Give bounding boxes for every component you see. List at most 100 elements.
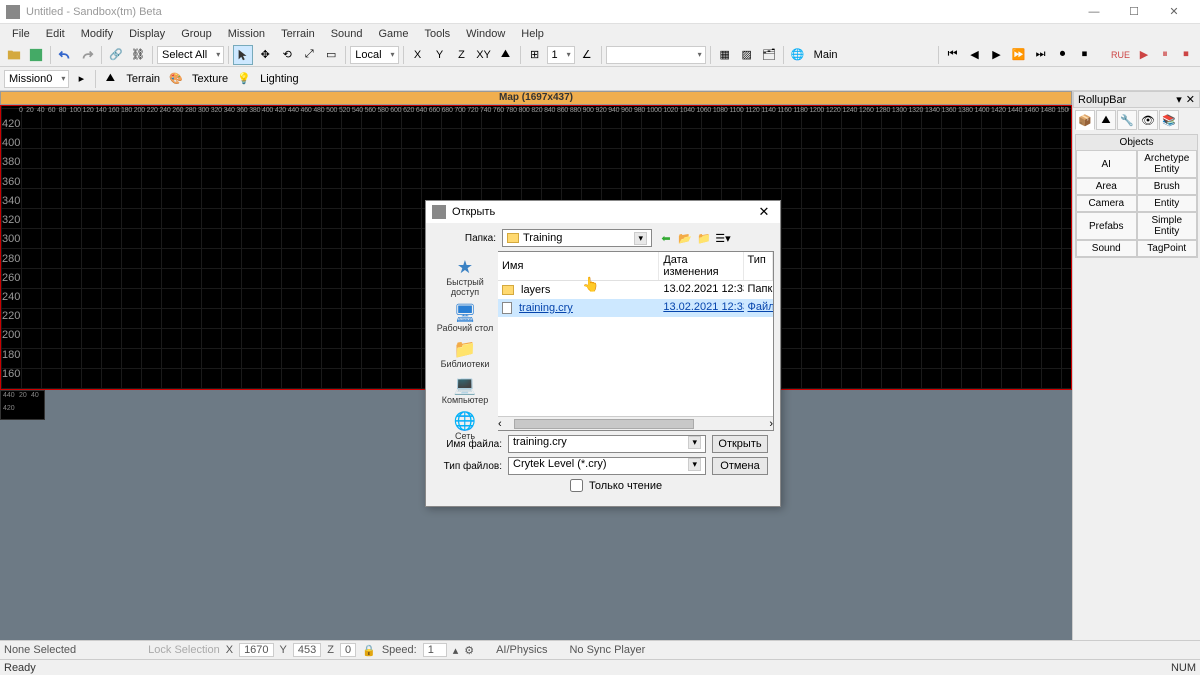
layer-combo[interactable] — [606, 46, 706, 64]
vcr-stop-icon[interactable]: ⏹ — [1075, 45, 1095, 65]
coord-x[interactable]: 1670 — [239, 643, 273, 657]
stop-icon[interactable]: ⏹ — [1176, 45, 1196, 65]
menu-display[interactable]: Display — [121, 26, 173, 42]
obj-tagpoint[interactable]: TagPoint — [1137, 240, 1198, 257]
texture-label[interactable]: Texture — [188, 73, 232, 85]
select-filter-combo[interactable]: Select All — [157, 46, 224, 64]
vcr-first-icon[interactable]: ⏮ — [943, 45, 963, 65]
obj-simple-entity[interactable]: Simple Entity — [1137, 212, 1198, 240]
menu-modify[interactable]: Modify — [73, 26, 121, 42]
readonly-checkbox[interactable] — [570, 479, 583, 492]
obj-brush[interactable]: Brush — [1137, 178, 1198, 195]
obj-camera[interactable]: Camera — [1076, 195, 1137, 212]
coord-y[interactable]: 453 — [293, 643, 321, 657]
obj-area[interactable]: Area — [1076, 178, 1137, 195]
vcr-rec-icon[interactable]: ⏺ — [1053, 45, 1073, 65]
file-list[interactable]: Имя Дата изменения Тип layers 13.02.2021… — [498, 251, 774, 431]
save-icon[interactable] — [26, 45, 46, 65]
obj-ai[interactable]: AI — [1076, 150, 1137, 178]
col-name[interactable]: Имя — [498, 252, 659, 280]
menu-edit[interactable]: Edit — [38, 26, 73, 42]
rollup-tab-terrain[interactable]: ⛰ — [1096, 110, 1116, 130]
speed-preset-icon[interactable]: ⚙ — [464, 644, 474, 657]
layer-tool1-icon[interactable]: ▦ — [715, 45, 735, 65]
lock-xyz-icon[interactable]: 🔒 — [362, 644, 376, 657]
vcr-next-icon[interactable]: ⏩ — [1009, 45, 1029, 65]
speed-value[interactable]: 1 — [423, 643, 447, 657]
sidebar-desktop[interactable]: 🖥Рабочий стол — [432, 301, 498, 335]
obj-archetype[interactable]: Archetype Entity — [1137, 150, 1198, 178]
axis-xy[interactable]: XY — [474, 45, 494, 65]
axis-z[interactable]: Z — [452, 45, 472, 65]
terrain-follow-icon[interactable]: ⛰ — [496, 45, 516, 65]
sidebar-libraries[interactable]: 📁Библиотеки — [432, 337, 498, 371]
scale-tool-icon[interactable]: ⤢ — [299, 45, 319, 65]
rollup-tab-display[interactable]: 👁 — [1138, 110, 1158, 130]
close-button[interactable]: ✕ — [1154, 0, 1194, 24]
lighting-icon[interactable]: 💡 — [234, 69, 254, 89]
col-type[interactable]: Тип — [744, 252, 774, 280]
select-area-icon[interactable]: ▭ — [321, 45, 341, 65]
sidebar-computer[interactable]: 💻Компьютер — [432, 373, 498, 407]
up-folder-icon[interactable]: 📂 — [677, 230, 693, 246]
mini-viewport[interactable]: 440 20 40 420 — [0, 390, 45, 420]
minimize-button[interactable]: — — [1074, 0, 1114, 24]
horizontal-scrollbar[interactable]: ‹› — [498, 416, 773, 430]
sync-player-toggle[interactable]: No Sync Player — [569, 644, 645, 656]
menu-window[interactable]: Window — [458, 26, 513, 42]
ai-physics-toggle[interactable]: AI/Physics — [496, 644, 547, 656]
vcr-last-icon[interactable]: ⏭ — [1031, 45, 1051, 65]
snap-angle-icon[interactable]: ∠ — [577, 45, 597, 65]
vcr-prev-icon[interactable]: ◀ — [965, 45, 985, 65]
filetype-combo[interactable]: Crytek Level (*.cry) — [508, 457, 706, 475]
grid-size-combo[interactable]: 1 — [547, 46, 575, 64]
axis-y[interactable]: Y — [430, 45, 450, 65]
speed-up-icon[interactable]: ▴ — [453, 644, 459, 657]
mission-combo[interactable]: Mission0 — [4, 70, 69, 88]
menu-sound[interactable]: Sound — [323, 26, 371, 42]
rollup-tab-modify[interactable]: 🔧 — [1117, 110, 1137, 130]
maximize-button[interactable]: ☐ — [1114, 0, 1154, 24]
menu-help[interactable]: Help — [513, 26, 552, 42]
globe-icon[interactable]: 🌐 — [788, 45, 808, 65]
coord-z[interactable]: 0 — [340, 643, 356, 657]
col-date[interactable]: Дата изменения — [659, 252, 743, 280]
filename-input[interactable]: training.cry — [508, 435, 706, 453]
redo-icon[interactable] — [77, 45, 97, 65]
move-tool-icon[interactable]: ✥ — [255, 45, 275, 65]
layer-tool3-icon[interactable]: 🗂 — [759, 45, 779, 65]
play-icon[interactable]: ▶ — [1134, 45, 1154, 65]
folder-combo[interactable]: Training — [502, 229, 652, 247]
lighting-label[interactable]: Lighting — [256, 73, 303, 85]
menu-terrain[interactable]: Terrain — [273, 26, 323, 42]
menu-mission[interactable]: Mission — [220, 26, 273, 42]
link-icon[interactable]: 🔗 — [106, 45, 126, 65]
coord-system-combo[interactable]: Local — [350, 46, 398, 64]
terrain-label[interactable]: Terrain — [122, 73, 164, 85]
snap-grid-icon[interactable]: ⊞ — [525, 45, 545, 65]
cancel-button[interactable]: Отмена — [712, 457, 768, 475]
dialog-close-button[interactable]: ✕ — [754, 204, 774, 220]
menu-file[interactable]: File — [4, 26, 38, 42]
axis-x[interactable]: X — [408, 45, 428, 65]
back-icon[interactable]: ⬅ — [658, 230, 674, 246]
open-icon[interactable] — [4, 45, 24, 65]
terrain-icon[interactable]: ⛰ — [100, 69, 120, 89]
new-folder-icon[interactable]: 📁 — [696, 230, 712, 246]
select-tool-icon[interactable] — [233, 45, 253, 65]
sidebar-quickaccess[interactable]: ★Быстрый доступ — [432, 255, 498, 299]
pause-icon[interactable]: ⏸ — [1155, 45, 1175, 65]
lock-selection[interactable]: Lock Selection — [148, 644, 220, 656]
vcr-play-icon[interactable]: ▶ — [987, 45, 1007, 65]
view-menu-icon[interactable]: ☰▾ — [715, 230, 731, 246]
layer-tool2-icon[interactable]: ▨ — [737, 45, 757, 65]
menu-tools[interactable]: Tools — [416, 26, 458, 42]
undo-icon[interactable] — [55, 45, 75, 65]
texture-icon[interactable]: 🎨 — [166, 69, 186, 89]
open-button[interactable]: Открыть — [712, 435, 768, 453]
rollup-close-icon[interactable]: ✕ — [1186, 93, 1195, 106]
mission-tool-icon[interactable]: ▸ — [71, 69, 91, 89]
menu-game[interactable]: Game — [371, 26, 417, 42]
obj-entity[interactable]: Entity — [1137, 195, 1198, 212]
file-row-layers[interactable]: layers 13.02.2021 12:33 Папк — [498, 281, 773, 299]
